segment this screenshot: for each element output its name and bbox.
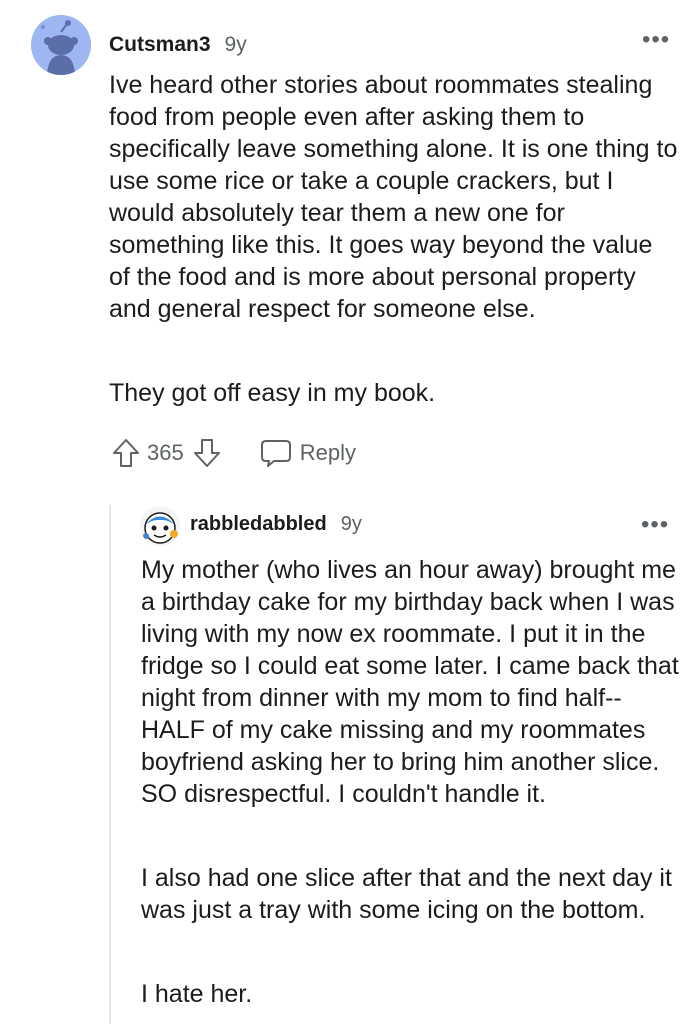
comment-header: Cutsman3 9y	[109, 33, 247, 57]
snoo-avatar-icon	[140, 506, 180, 546]
speech-bubble-icon	[260, 437, 292, 469]
snoo-avatar-icon	[31, 15, 91, 75]
thread-line[interactable]	[109, 505, 111, 1024]
vote-score: 365	[147, 440, 184, 465]
more-options-icon[interactable]: •••	[641, 513, 669, 537]
user-avatar[interactable]	[140, 506, 180, 546]
reply-label: Reply	[299, 440, 356, 465]
downvote-arrow-icon[interactable]	[190, 436, 224, 470]
user-avatar[interactable]	[31, 15, 91, 75]
comment-age: 9y	[224, 33, 247, 56]
username[interactable]: rabbledabbled	[190, 513, 327, 536]
comment-age: 9y	[340, 513, 362, 535]
more-options-icon[interactable]: •••	[642, 28, 670, 52]
username[interactable]: Cutsman3	[109, 33, 211, 57]
reply-button[interactable]: Reply	[260, 437, 356, 469]
comment-paragraph: They got off easy in my book.	[109, 379, 436, 407]
comment-header: rabbledabbled 9y	[190, 513, 362, 536]
comment-paragraph: Ive heard other stories about roommates …	[109, 71, 678, 323]
comment-paragraph: I hate her.	[141, 980, 253, 1008]
comment-actions: 365 Reply	[109, 433, 356, 473]
upvote-arrow-icon[interactable]	[109, 436, 143, 470]
comment-paragraph: My mother (who lives an hour away) broug…	[141, 556, 679, 808]
comment-paragraph: I also had one slice after that and the …	[141, 864, 672, 924]
